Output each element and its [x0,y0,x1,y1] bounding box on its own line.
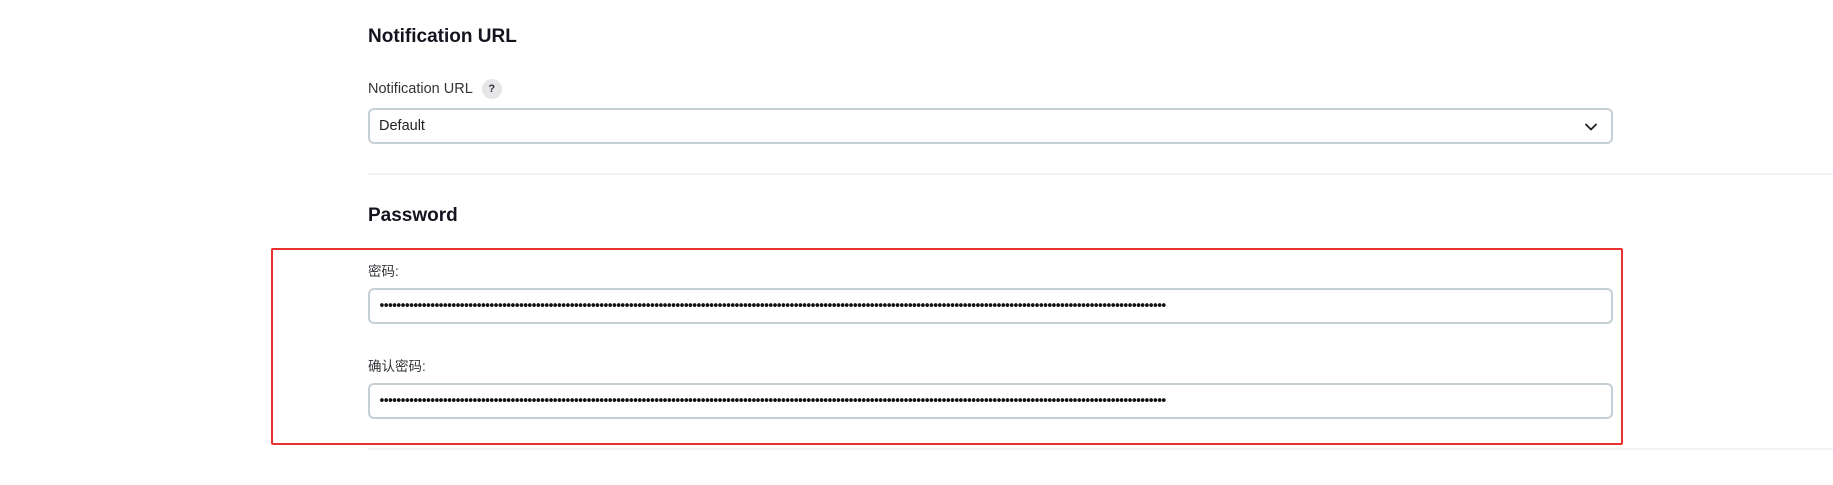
confirm-password-input[interactable] [368,383,1613,419]
password-field-label: 密码: [368,264,399,279]
notification-url-select-value: Default [379,118,425,134]
notification-url-label-text: Notification URL [368,81,473,97]
help-icon[interactable]: ? [481,79,502,99]
chevron-down-icon [1585,123,1597,131]
notification-url-select[interactable]: Default [368,108,1613,144]
notification-url-field-label: Notification URL ? [368,79,502,99]
section-divider [368,173,1833,175]
section-divider-bottom [368,448,1833,450]
notification-url-section-title: Notification URL [368,26,517,47]
password-input[interactable] [368,288,1613,324]
password-section-title: Password [368,205,458,226]
confirm-password-field-label: 确认密码: [368,359,426,374]
